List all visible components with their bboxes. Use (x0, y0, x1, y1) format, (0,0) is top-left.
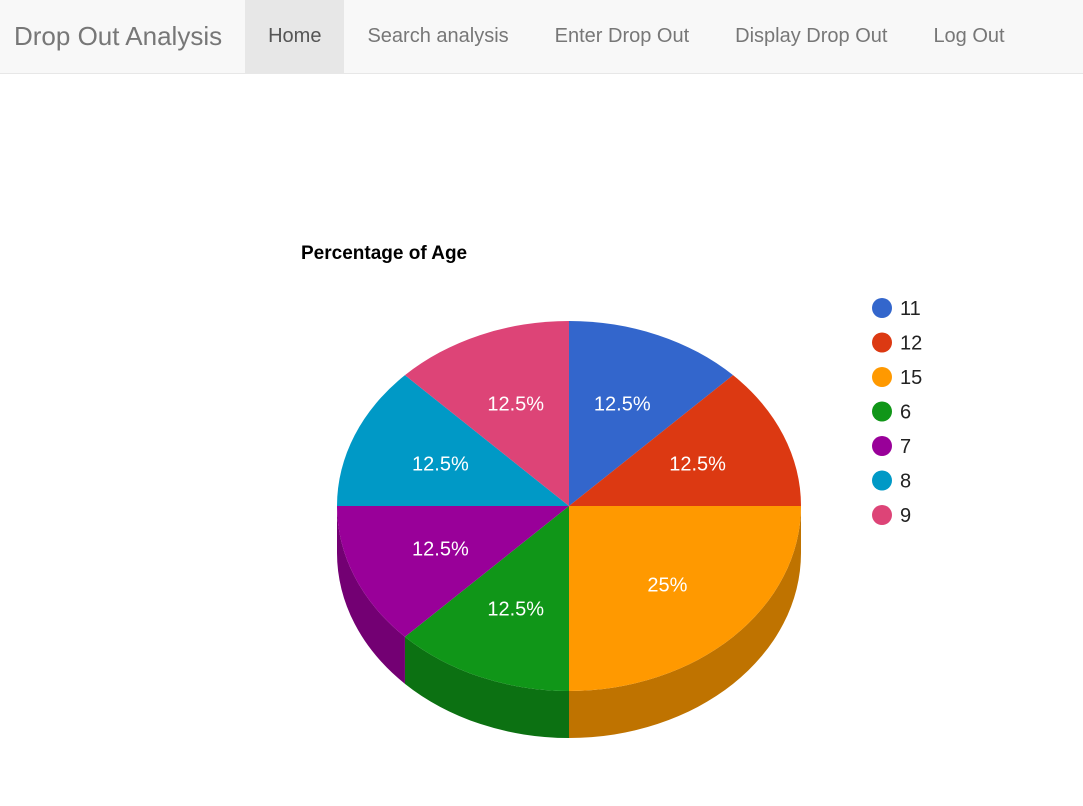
legend-label-11[interactable]: 11 (900, 298, 921, 320)
legend-dot-9 (872, 505, 892, 525)
chart-legend: 11 12 15 6 7 8 9 (872, 298, 922, 527)
pie-slices (337, 321, 801, 691)
pie-label-9: 12.5% (487, 393, 544, 415)
pie-slice-15[interactable] (569, 506, 801, 691)
chart-title: Percentage of Age (301, 243, 467, 264)
nav-display-drop-out[interactable]: Display Drop Out (712, 0, 910, 73)
legend-label-12[interactable]: 12 (900, 333, 922, 355)
legend-dot-11 (872, 298, 892, 318)
legend-dot-15 (872, 367, 892, 387)
pie-label-15: 25% (647, 574, 687, 596)
nav-log-out[interactable]: Log Out (910, 0, 1027, 73)
legend-dot-8 (872, 470, 892, 491)
navbar: Drop Out Analysis Home Search analysis E… (0, 0, 1083, 74)
nav-enter-drop-out[interactable]: Enter Drop Out (532, 0, 713, 73)
nav-menu: Home Search analysis Enter Drop Out Disp… (245, 0, 1028, 73)
legend-label-7[interactable]: 7 (900, 436, 911, 458)
nav-search-analysis[interactable]: Search analysis (344, 0, 531, 73)
legend-dot-12 (872, 332, 892, 353)
pie-label-11: 12.5% (594, 393, 651, 415)
chart-container: Percentage of Age 12.5% 12.5% 25% 12.5% 12.5… (0, 74, 1083, 801)
legend-label-9[interactable]: 9 (900, 505, 911, 527)
brand-link[interactable]: Drop Out Analysis (0, 0, 245, 73)
pie-label-12: 12.5% (669, 454, 726, 476)
legend-label-8[interactable]: 8 (900, 471, 911, 493)
legend-label-6[interactable]: 6 (900, 402, 911, 424)
pie-chart: Percentage of Age 12.5% 12.5% 25% 12.5% 12.5… (301, 243, 922, 738)
legend-dot-7 (872, 436, 892, 456)
nav-home[interactable]: Home (245, 0, 345, 73)
legend-dot-6 (872, 401, 892, 422)
legend-label-15[interactable]: 15 (900, 367, 922, 389)
pie-label-6: 12.5% (487, 599, 544, 621)
pie-label-7: 12.5% (412, 538, 469, 560)
pie-label-8: 12.5% (412, 454, 469, 476)
